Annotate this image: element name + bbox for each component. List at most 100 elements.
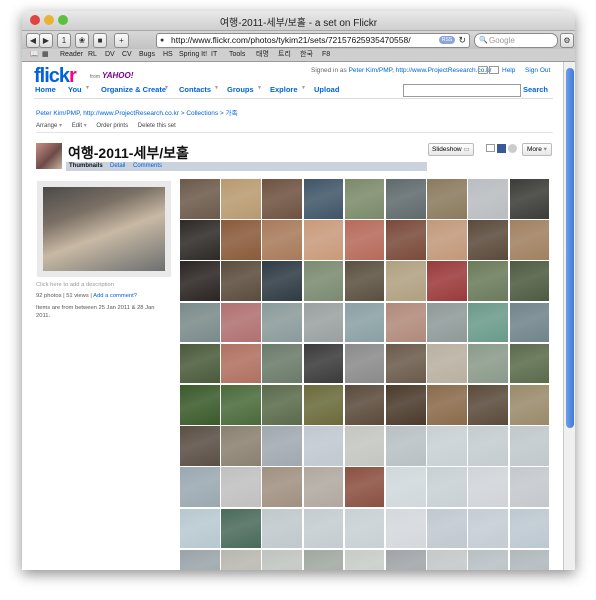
link-icon[interactable] bbox=[508, 144, 517, 153]
primary-photo[interactable] bbox=[43, 187, 165, 271]
photo-thumbnail[interactable] bbox=[385, 384, 426, 425]
photo-thumbnail[interactable] bbox=[344, 467, 385, 507]
facebook-icon[interactable] bbox=[497, 144, 506, 153]
photo-thumbnail[interactable] bbox=[344, 302, 385, 343]
photo-thumbnail[interactable] bbox=[303, 343, 344, 384]
photo-thumbnail[interactable] bbox=[262, 549, 303, 570]
photo-thumbnail[interactable] bbox=[303, 549, 344, 570]
photo-thumbnail[interactable] bbox=[262, 220, 303, 260]
flickr-search-button[interactable]: Search bbox=[523, 85, 548, 94]
rss-icon[interactable]: RSS bbox=[439, 36, 455, 44]
stop-icon[interactable]: ■ bbox=[93, 33, 107, 48]
mail-icon[interactable] bbox=[489, 66, 499, 74]
photo-thumbnail[interactable] bbox=[180, 549, 220, 570]
bookmark-bugs[interactable]: Bugs bbox=[139, 50, 155, 60]
photo-thumbnail[interactable] bbox=[385, 302, 426, 343]
photo-thumbnail[interactable] bbox=[427, 426, 467, 466]
photo-thumbnail[interactable] bbox=[385, 261, 426, 302]
photo-thumbnail[interactable] bbox=[180, 302, 220, 343]
photo-thumbnail[interactable] bbox=[385, 220, 426, 260]
photo-thumbnail[interactable] bbox=[427, 179, 467, 219]
photo-thumbnail[interactable] bbox=[468, 343, 508, 384]
add-bookmark-icon[interactable]: + bbox=[114, 33, 129, 48]
photo-thumbnail[interactable] bbox=[303, 426, 344, 466]
photo-thumbnail[interactable] bbox=[221, 179, 261, 219]
chevron-down-icon[interactable]: ▼ bbox=[164, 85, 169, 91]
photo-thumbnail[interactable] bbox=[344, 508, 385, 549]
top-sites-icon[interactable]: ▦ bbox=[42, 50, 49, 60]
photo-thumbnail[interactable] bbox=[509, 343, 550, 384]
photo-thumbnail[interactable] bbox=[344, 220, 385, 260]
flickr-search-input[interactable] bbox=[403, 84, 521, 97]
bookmark-hs[interactable]: HS bbox=[163, 50, 173, 60]
photo-thumbnail[interactable] bbox=[427, 343, 467, 384]
bookmark-folder-1[interactable]: 태명 bbox=[256, 50, 269, 60]
photo-thumbnail[interactable] bbox=[509, 302, 550, 343]
order-prints-button[interactable]: Order prints bbox=[96, 123, 128, 129]
photo-thumbnail[interactable] bbox=[344, 549, 385, 570]
sign-out-link[interactable]: Sign Out bbox=[525, 67, 550, 74]
photo-thumbnail[interactable] bbox=[468, 467, 508, 507]
photo-thumbnail[interactable] bbox=[303, 467, 344, 507]
photo-thumbnail[interactable] bbox=[385, 549, 426, 570]
photo-thumbnail[interactable] bbox=[221, 426, 261, 466]
vertical-scrollbar[interactable] bbox=[563, 62, 575, 570]
photo-thumbnail[interactable] bbox=[303, 220, 344, 260]
photo-thumbnail[interactable] bbox=[221, 549, 261, 570]
photo-thumbnail[interactable] bbox=[468, 549, 508, 570]
bookmark-it[interactable]: IT bbox=[211, 50, 217, 60]
photo-thumbnail[interactable] bbox=[262, 343, 303, 384]
photo-thumbnail[interactable] bbox=[303, 302, 344, 343]
back-icon[interactable]: ◀ bbox=[26, 33, 40, 48]
bookmark-tools[interactable]: Tools bbox=[229, 50, 245, 60]
photo-thumbnail[interactable] bbox=[385, 343, 426, 384]
slideshow-button[interactable]: Slideshow ▭ bbox=[428, 143, 474, 156]
photo-thumbnail[interactable] bbox=[344, 343, 385, 384]
photo-thumbnail[interactable] bbox=[468, 220, 508, 260]
chevron-down-icon[interactable]: ▼ bbox=[85, 85, 90, 91]
photo-thumbnail[interactable] bbox=[427, 302, 467, 343]
photo-thumbnail[interactable] bbox=[180, 261, 220, 302]
chevron-down-icon[interactable]: ▾ bbox=[84, 123, 87, 129]
photo-thumbnail[interactable] bbox=[262, 261, 303, 302]
photo-thumbnail[interactable] bbox=[385, 508, 426, 549]
photo-thumbnail[interactable] bbox=[427, 467, 467, 507]
settings-icon[interactable]: ⚙ bbox=[560, 33, 574, 48]
photo-thumbnail[interactable] bbox=[180, 467, 220, 507]
photo-thumbnail[interactable] bbox=[509, 426, 550, 466]
photo-thumbnail[interactable] bbox=[303, 179, 344, 219]
photo-thumbnail[interactable] bbox=[427, 384, 467, 425]
photo-thumbnail[interactable] bbox=[303, 384, 344, 425]
photo-thumbnail[interactable] bbox=[385, 179, 426, 219]
photo-thumbnail[interactable] bbox=[180, 508, 220, 549]
photo-thumbnail[interactable] bbox=[385, 467, 426, 507]
photo-thumbnail[interactable] bbox=[468, 426, 508, 466]
photo-thumbnail[interactable] bbox=[303, 508, 344, 549]
nav-upload[interactable]: Upload bbox=[314, 85, 339, 94]
bookmark-dv[interactable]: DV bbox=[105, 50, 115, 60]
photo-thumbnail[interactable] bbox=[509, 384, 550, 425]
chevron-down-icon[interactable]: ▾ bbox=[59, 123, 62, 129]
photo-thumbnail[interactable] bbox=[427, 261, 467, 302]
nav-organize-create[interactable]: Organize & Create bbox=[101, 85, 166, 94]
nav-you[interactable]: You bbox=[68, 85, 82, 94]
photo-thumbnail[interactable] bbox=[180, 220, 220, 260]
tab-thumbnails[interactable]: Thumbnails bbox=[69, 162, 103, 171]
photo-thumbnail[interactable] bbox=[509, 220, 550, 260]
photo-thumbnail[interactable] bbox=[262, 384, 303, 425]
nav-explore[interactable]: Explore bbox=[270, 85, 298, 94]
photo-thumbnail[interactable] bbox=[221, 384, 261, 425]
photo-thumbnail[interactable] bbox=[509, 508, 550, 549]
browser-search-input[interactable]: 🔍 Google bbox=[474, 33, 558, 48]
photo-thumbnail[interactable] bbox=[221, 261, 261, 302]
photo-thumbnail[interactable] bbox=[262, 179, 303, 219]
bookmark-folder-3[interactable]: 한국 bbox=[300, 50, 313, 60]
photo-thumbnail[interactable] bbox=[180, 384, 220, 425]
forward-icon[interactable]: ▶ bbox=[39, 33, 53, 48]
scrollbar-thumb[interactable] bbox=[566, 68, 574, 428]
bookmark-f8[interactable]: F8 bbox=[322, 50, 330, 60]
photo-thumbnail[interactable] bbox=[221, 302, 261, 343]
nav-groups[interactable]: Groups bbox=[227, 85, 254, 94]
tab-detail[interactable]: Detail bbox=[110, 162, 125, 171]
photo-thumbnail[interactable] bbox=[509, 261, 550, 302]
